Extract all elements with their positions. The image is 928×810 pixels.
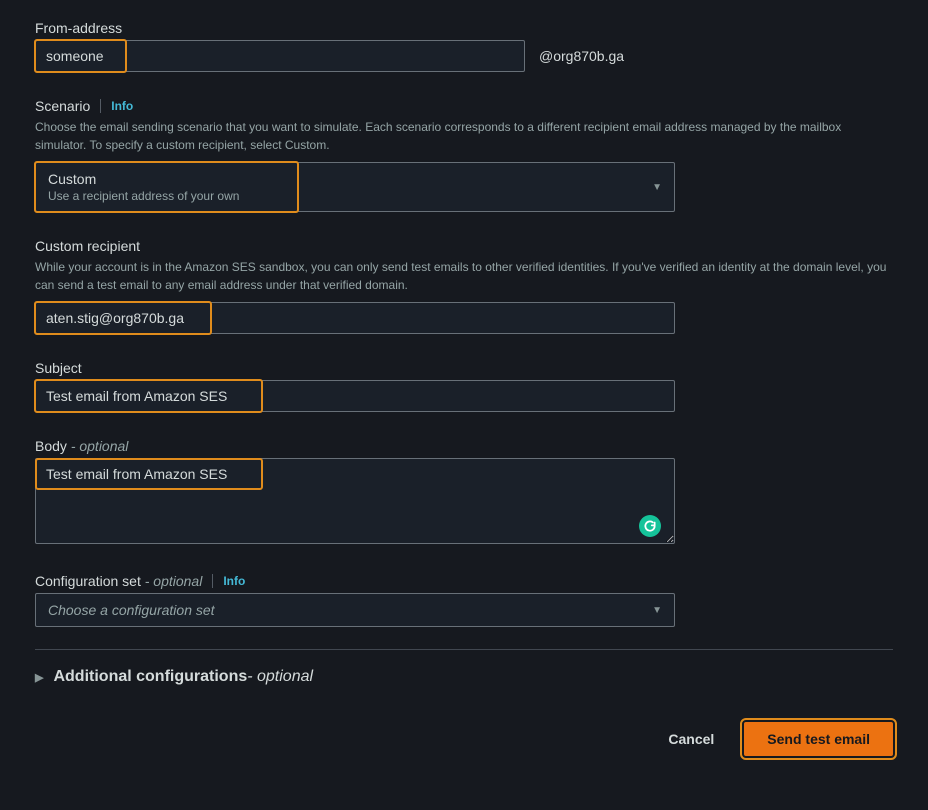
subject-input[interactable] (35, 380, 675, 412)
scenario-select[interactable]: Custom Use a recipient address of your o… (35, 162, 675, 212)
body-group: Body - optional (35, 438, 893, 547)
scenario-group: Scenario Info Choose the email sending s… (35, 98, 893, 212)
recipient-label: Custom recipient (35, 238, 140, 254)
from-address-label: From-address (35, 20, 122, 36)
from-address-input[interactable] (35, 40, 525, 72)
scenario-info-link[interactable]: Info (111, 99, 133, 113)
body-label: Body - optional (35, 438, 128, 454)
body-textarea[interactable] (35, 458, 675, 544)
caret-right-icon: ▶ (35, 671, 43, 684)
configset-label: Configuration set - optional (35, 573, 202, 589)
scenario-selected-description: Use a recipient address of your own (48, 189, 239, 203)
send-test-email-button[interactable]: Send test email (744, 722, 893, 756)
recipient-group: Custom recipient While your account is i… (35, 238, 893, 334)
from-domain-suffix: @org870b.ga (539, 48, 624, 64)
body-label-text: Body (35, 438, 67, 454)
configset-label-text: Configuration set (35, 573, 141, 589)
additional-label-text: Additional configurations (53, 668, 247, 685)
additional-config-toggle[interactable]: ▶ Additional configurations- optional (35, 668, 893, 686)
footer-actions: Cancel Send test email (35, 722, 893, 756)
from-address-group: From-address @org870b.ga (35, 20, 893, 72)
separator (35, 649, 893, 650)
recipient-input[interactable] (35, 302, 675, 334)
configset-placeholder: Choose a configuration set (48, 602, 215, 618)
configset-info-link[interactable]: Info (223, 574, 245, 588)
grammarly-icon[interactable] (639, 515, 661, 537)
configset-optional-text: - optional (145, 573, 203, 589)
scenario-selected-value: Custom (48, 171, 239, 187)
additional-optional-text: - optional (247, 668, 313, 685)
divider (100, 99, 101, 113)
subject-group: Subject (35, 360, 893, 412)
chevron-down-icon: ▼ (652, 605, 662, 616)
recipient-help-text: While your account is in the Amazon SES … (35, 258, 893, 294)
divider (212, 574, 213, 588)
configset-group: Configuration set - optional Info Choose… (35, 573, 893, 627)
cancel-button[interactable]: Cancel (656, 723, 726, 755)
scenario-help-text: Choose the email sending scenario that y… (35, 118, 893, 154)
configset-select[interactable]: Choose a configuration set ▼ (35, 593, 675, 627)
scenario-label: Scenario (35, 98, 90, 114)
body-optional-text: - optional (71, 438, 129, 454)
subject-label: Subject (35, 360, 82, 376)
chevron-down-icon: ▼ (652, 182, 662, 193)
